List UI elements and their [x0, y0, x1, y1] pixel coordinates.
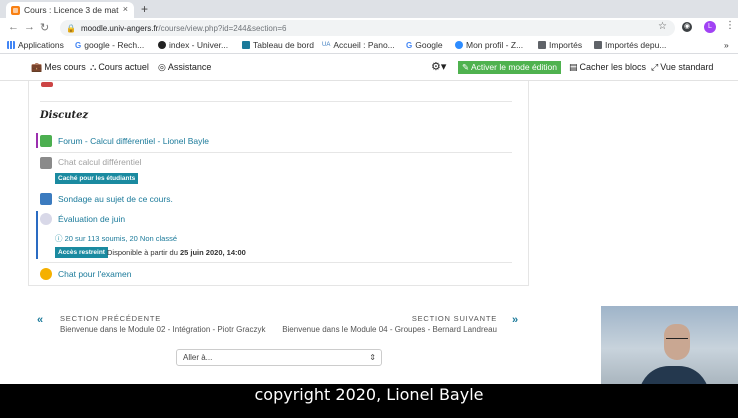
chat-icon	[40, 157, 52, 169]
edit-mode-button[interactable]: ✎ Activer le mode édition	[458, 61, 562, 74]
moodle-icon	[242, 41, 250, 49]
activity-divider	[40, 262, 512, 263]
activity-assignment-link[interactable]: Évaluation de juin	[58, 214, 125, 224]
site-icon	[158, 41, 166, 49]
tab-title: Cours : Licence 3 de mathé	[24, 5, 119, 15]
presenter-body	[639, 366, 709, 384]
activity-survey-link[interactable]: Sondage au sujet de ce cours.	[58, 194, 173, 204]
previous-section-arrow-icon[interactable]: «	[37, 314, 43, 326]
section-divider	[40, 101, 512, 102]
bookmark-index[interactable]: index - Univer...	[158, 40, 228, 50]
new-tab-button[interactable]: +	[141, 2, 148, 16]
google-icon: G	[75, 40, 82, 50]
forward-arrow-icon[interactable]: →	[24, 21, 35, 33]
hide-blocks-button[interactable]: ▤ Cacher les blocs	[569, 62, 646, 73]
presenter-head	[664, 324, 690, 360]
restricted-badge: Accès restreint	[55, 247, 108, 258]
next-section-link[interactable]: Bienvenue dans le Module 04 - Groupes - …	[282, 325, 497, 334]
activity-chat-link[interactable]: Chat calcul différentiel	[58, 157, 141, 167]
bookmark-accueil[interactable]: UA Accueil : Pano...	[322, 40, 395, 50]
browser-tab[interactable]: Cours : Licence 3 de mathé ×	[6, 2, 134, 18]
webcam-overlay	[601, 306, 738, 384]
close-tab-icon[interactable]: ×	[123, 4, 128, 14]
bookmark-applications[interactable]: Applications	[7, 40, 64, 50]
forum-icon	[40, 135, 52, 147]
copyright-caption: copyright 2020, Lionel Bayle	[254, 385, 484, 404]
settings-gear-icon[interactable]: ⚙▾	[431, 60, 446, 73]
extension-icon[interactable]: ◉	[682, 22, 692, 32]
nav-help[interactable]: ◎ Assistance	[158, 62, 211, 73]
bookmark-google-search[interactable]: Ggoogle - Rech...	[75, 40, 144, 50]
sitemap-icon: ⛬	[90, 62, 97, 72]
profile-avatar[interactable]: L	[704, 21, 716, 33]
assignment-highlight-bar	[36, 211, 38, 259]
bookmark-dashboard[interactable]: Tableau de bord	[242, 40, 314, 50]
standard-view-button[interactable]: ⤢ Vue standard	[651, 62, 713, 73]
select-arrows-icon: ⇕	[369, 353, 376, 362]
survey-icon	[40, 193, 52, 205]
google-icon: G	[406, 40, 413, 50]
jump-to-section-select[interactable]: Aller à... ⇕	[176, 349, 382, 366]
expand-icon: ⤢	[651, 62, 659, 72]
nav-current-course[interactable]: ⛬ Cours actuel	[90, 62, 149, 73]
bookmarks-overflow-icon[interactable]: »	[724, 40, 729, 50]
blocks-icon: ▤	[569, 62, 578, 72]
folder-icon	[538, 41, 546, 49]
previous-section-link[interactable]: Bienvenue dans le Module 02 - Intégratio…	[60, 325, 265, 334]
partial-activity-icon	[41, 82, 53, 87]
next-section-arrow-icon[interactable]: »	[512, 314, 518, 326]
briefcase-icon: 💼	[31, 62, 43, 72]
info-circle-icon: ⓘ	[55, 234, 65, 243]
forum-highlight-bar	[36, 133, 38, 148]
activity-exam-chat-link[interactable]: Chat pour l'examen	[58, 269, 131, 279]
hidden-badge: Caché pour les étudiants	[55, 173, 139, 184]
apps-grid-icon	[7, 41, 15, 49]
activity-forum-link[interactable]: Forum - Calcul différentiel - Lionel Bay…	[58, 136, 209, 146]
previous-section-label: SECTION PRÉCÉDENTE	[60, 314, 162, 323]
browser-menu-icon[interactable]: ⋮	[725, 20, 735, 31]
bookmark-folder-imported-from[interactable]: Importés depu...	[594, 40, 666, 50]
bookmarks-bar: Applications Ggoogle - Rech... index - U…	[0, 38, 738, 54]
moodle-favicon-icon	[11, 5, 20, 15]
section-heading: Discutez	[40, 110, 89, 121]
nav-my-courses[interactable]: 💼 Mes cours	[31, 62, 86, 73]
address-bar-row: ← → ↻ 🔒 moodle.univ-angers.fr/course/vie…	[0, 18, 738, 38]
reload-icon[interactable]: ↻	[40, 21, 49, 34]
bookmark-folder-imported[interactable]: Importés	[538, 40, 582, 50]
pencil-icon: ✎	[462, 62, 472, 72]
activity-divider	[40, 152, 512, 153]
chat-bubbles-icon	[40, 268, 52, 280]
lock-icon: 🔒	[66, 23, 76, 33]
url-path: /course/view.php?id=244&section=6	[158, 23, 287, 33]
moodle-navbar: 💼 Mes cours ⛬ Cours actuel ◎ Assistance ⚙▾ …	[0, 55, 738, 81]
ua-icon: UA	[322, 42, 331, 48]
assignment-icon	[40, 213, 52, 225]
submission-info[interactable]: ⓘ 20 sur 113 soumis, 20 Non classé	[55, 233, 177, 244]
video-caption-bar: copyright 2020, Lionel Bayle	[0, 384, 738, 418]
bookmark-google[interactable]: G Google	[406, 40, 443, 50]
bookmark-zoom-profile[interactable]: Mon profil - Z...	[455, 40, 523, 50]
url-input[interactable]: 🔒 moodle.univ-angers.fr/course/view.php?…	[60, 20, 675, 36]
url-host: moodle.univ-angers.fr	[80, 23, 159, 33]
lifebuoy-icon: ◎	[158, 62, 166, 72]
folder-icon	[594, 41, 602, 49]
presenter-glasses	[666, 338, 688, 342]
restriction-text: Disponible à partir du 25 juin 2020, 14:…	[107, 248, 246, 257]
back-arrow-icon[interactable]: ←	[8, 21, 19, 33]
zoom-icon	[455, 41, 463, 49]
browser-tab-strip: Cours : Licence 3 de mathé × +	[0, 0, 738, 18]
next-section-label: SECTION SUIVANTE	[411, 314, 497, 323]
bookmark-star-icon[interactable]: ☆	[658, 21, 667, 32]
